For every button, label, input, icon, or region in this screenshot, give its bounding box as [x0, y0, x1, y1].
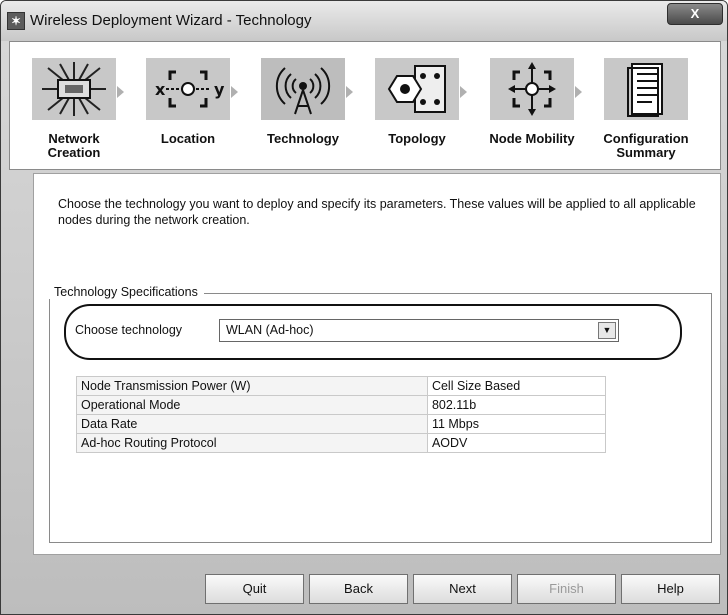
location-icon: x y	[146, 58, 230, 120]
step-label: Node Mobility	[489, 131, 575, 146]
group-title: Technology Specifications	[48, 285, 204, 299]
technology-dropdown[interactable]: WLAN (Ad-hoc) ▼	[219, 319, 619, 342]
step-technology[interactable]: Technology	[253, 48, 353, 166]
instructions-text: Choose the technology you want to deploy…	[58, 197, 696, 227]
parameters-table: Node Transmission Power (W) Cell Size Ba…	[76, 376, 607, 453]
network-creation-icon	[32, 58, 116, 120]
svg-text:y: y	[214, 80, 225, 99]
technology-dropdown-value: WLAN (Ad-hoc)	[226, 323, 314, 337]
content-panel: Choose the technology you want to deploy…	[33, 173, 721, 555]
chevron-down-icon[interactable]: ▼	[598, 322, 616, 339]
help-button[interactable]: Help	[621, 574, 720, 604]
step-arrow-icon	[575, 86, 582, 98]
next-button[interactable]: Next	[413, 574, 512, 604]
param-value[interactable]: 11 Mbps	[426, 414, 607, 434]
step-label: Location	[160, 131, 216, 146]
step-topology[interactable]: Topology	[367, 48, 467, 166]
window-title: Wireless Deployment Wizard - Technology	[30, 12, 312, 29]
step-label: Network Creation	[47, 131, 101, 160]
param-name: Data Rate	[76, 414, 428, 434]
wizard-steps: Network Creation x y Location Technology…	[9, 41, 721, 170]
back-button[interactable]: Back	[309, 574, 408, 604]
table-row[interactable]: Node Transmission Power (W) Cell Size Ba…	[76, 376, 607, 396]
param-name: Ad-hoc Routing Protocol	[76, 433, 428, 453]
step-node-mobility[interactable]: Node Mobility	[482, 48, 582, 166]
topology-icon	[375, 58, 459, 120]
node-mobility-icon	[490, 58, 574, 120]
param-name: Operational Mode	[76, 395, 428, 415]
quit-button[interactable]: Quit	[205, 574, 304, 604]
close-button[interactable]: X	[667, 3, 723, 25]
table-row[interactable]: Data Rate 11 Mbps	[76, 414, 607, 434]
title-bar: ✶ Wireless Deployment Wizard - Technolog…	[1, 1, 727, 41]
step-arrow-icon	[346, 86, 353, 98]
step-arrow-icon	[117, 86, 124, 98]
param-value[interactable]: AODV	[426, 433, 607, 453]
step-label: Configuration Summary	[603, 131, 689, 160]
step-label: Technology	[267, 131, 339, 146]
choose-technology-label: Choose technology	[75, 323, 183, 337]
param-name: Node Transmission Power (W)	[76, 376, 428, 396]
wizard-window: ✶ Wireless Deployment Wizard - Technolog…	[0, 0, 728, 615]
step-network-creation[interactable]: Network Creation	[24, 48, 124, 166]
finish-button[interactable]: Finish	[517, 574, 616, 604]
table-row[interactable]: Ad-hoc Routing Protocol AODV	[76, 433, 607, 453]
wireless-antenna-icon	[261, 58, 345, 120]
step-arrow-icon	[231, 86, 238, 98]
table-row[interactable]: Operational Mode 802.11b	[76, 395, 607, 415]
param-value[interactable]: Cell Size Based	[426, 376, 607, 396]
app-icon: ✶	[7, 12, 25, 30]
step-location[interactable]: x y Location	[138, 48, 238, 166]
step-arrow-icon	[460, 86, 467, 98]
svg-text:x: x	[155, 80, 166, 99]
configuration-summary-icon	[604, 58, 688, 120]
step-label: Topology	[388, 131, 446, 146]
param-value[interactable]: 802.11b	[426, 395, 607, 415]
step-configuration-summary[interactable]: Configuration Summary	[596, 48, 696, 166]
